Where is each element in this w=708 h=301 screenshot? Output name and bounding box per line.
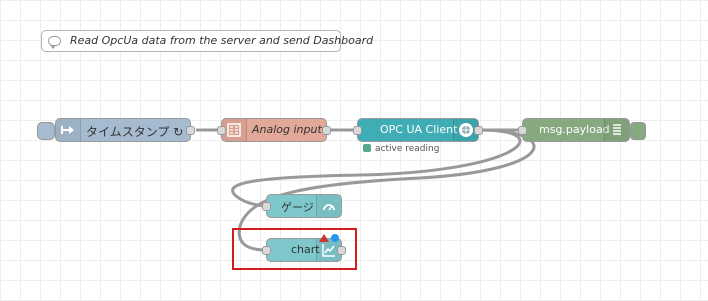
chart-highlight-box — [232, 228, 357, 270]
analog-input-port[interactable] — [217, 126, 226, 135]
gauge-icon — [316, 195, 341, 217]
analog-output-port[interactable] — [322, 126, 331, 135]
status-dot-icon — [363, 144, 371, 152]
opcua-client-node[interactable]: OPC UA Client — [353, 118, 483, 142]
opcua-input-port[interactable] — [353, 126, 362, 135]
gauge-node-label: ゲージ — [281, 201, 314, 214]
debug-input-port[interactable] — [518, 126, 527, 135]
inject-node[interactable]: タイムスタンプ ↻ — [55, 118, 195, 142]
debug-toggle-button[interactable] — [630, 122, 646, 140]
analog-input-label: Analog input — [252, 123, 322, 136]
gauge-input-port[interactable] — [262, 202, 271, 211]
opcua-client-label: OPC UA Client — [380, 123, 458, 136]
opcua-output-port[interactable] — [474, 126, 483, 135]
inject-output-port[interactable] — [186, 126, 195, 135]
comment-icon — [48, 36, 61, 49]
flow-comment[interactable]: Read OpcUa data from the server and send… — [41, 30, 373, 52]
inject-trigger-button[interactable] — [37, 122, 55, 140]
gauge-node[interactable]: ゲージ — [262, 194, 342, 218]
opcua-status: active reading — [363, 144, 439, 154]
debug-node[interactable]: msg.payload — [518, 118, 630, 142]
arrow-right-icon — [56, 119, 81, 141]
debug-node-label: msg.payload — [539, 123, 610, 136]
list-icon — [604, 119, 629, 141]
opcua-status-text: active reading — [375, 144, 440, 154]
flow-canvas[interactable]: Read OpcUa data from the server and send… — [0, 0, 708, 301]
inject-node-label: タイムスタンプ ↻ — [86, 125, 184, 139]
comment-text: Read OpcUa data from the server and send… — [70, 34, 374, 47]
analog-input-node[interactable]: Analog input — [217, 118, 331, 142]
